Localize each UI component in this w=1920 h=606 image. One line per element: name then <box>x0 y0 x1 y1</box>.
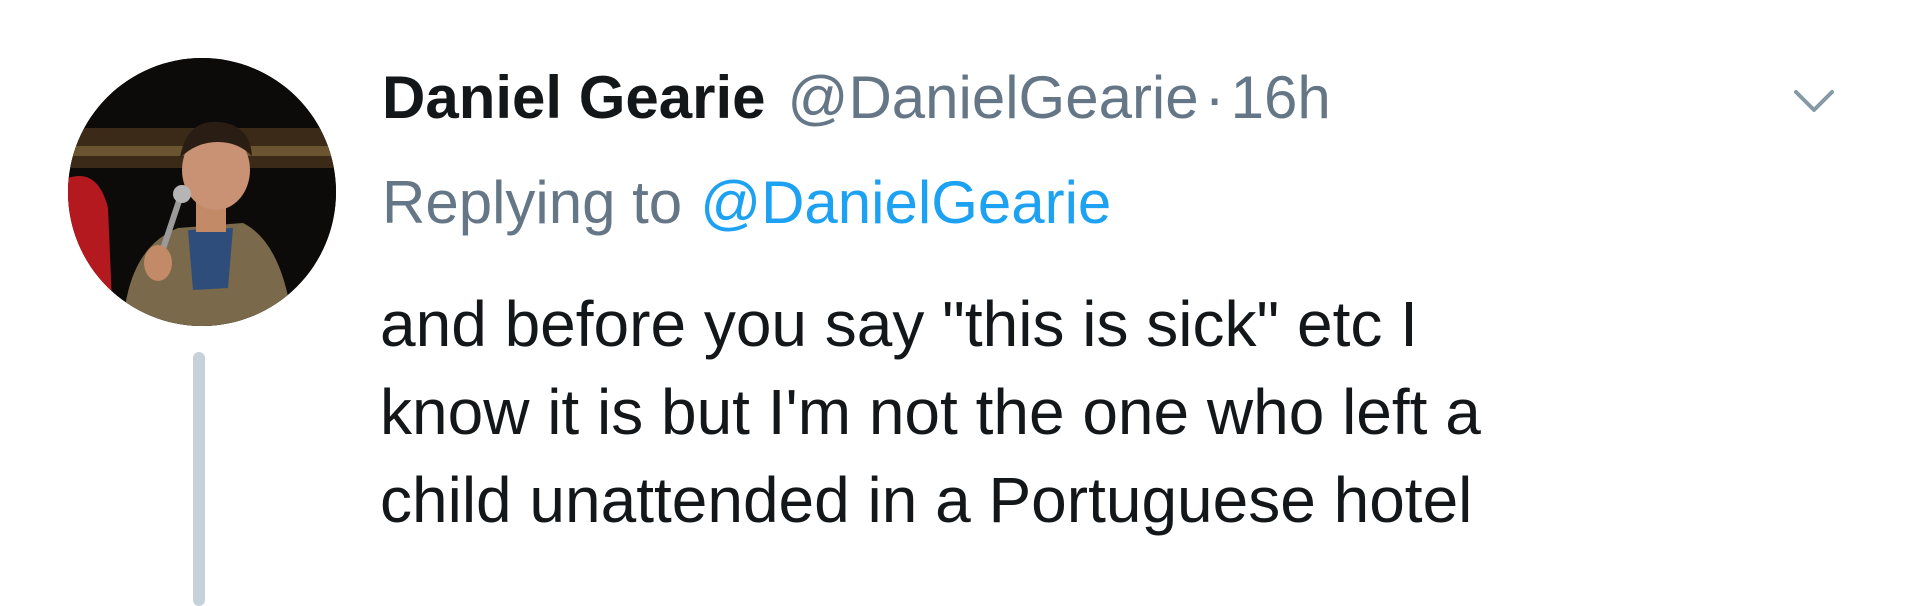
chevron-down-icon[interactable] <box>1788 74 1840 126</box>
tweet-text-line: and before you say "this is sick" etc I <box>380 288 1418 360</box>
separator-dot: · <box>1204 64 1225 131</box>
replying-label: Replying to <box>382 169 683 236</box>
tweet-header: Daniel Gearie @DanielGearie · 16h <box>382 58 1331 138</box>
tweet-text-line: child unattended in a Portuguese hotel <box>380 464 1473 536</box>
tweet-timestamp[interactable]: 16h <box>1231 58 1331 138</box>
tweet-text: and before you say "this is sick" etc I … <box>380 280 1820 544</box>
author-display-name[interactable]: Daniel Gearie <box>382 58 766 138</box>
replying-to-link[interactable]: @DanielGearie <box>700 169 1111 236</box>
author-handle[interactable]: @DanielGearie <box>788 58 1199 138</box>
thread-line <box>193 352 205 606</box>
replying-to: Replying to @DanielGearie <box>382 163 1111 243</box>
avatar[interactable] <box>68 58 336 326</box>
tweet: Daniel Gearie @DanielGearie · 16h Replyi… <box>0 0 1920 606</box>
avatar-photo <box>68 58 336 326</box>
tweet-text-line: know it is but I'm not the one who left … <box>380 376 1481 448</box>
